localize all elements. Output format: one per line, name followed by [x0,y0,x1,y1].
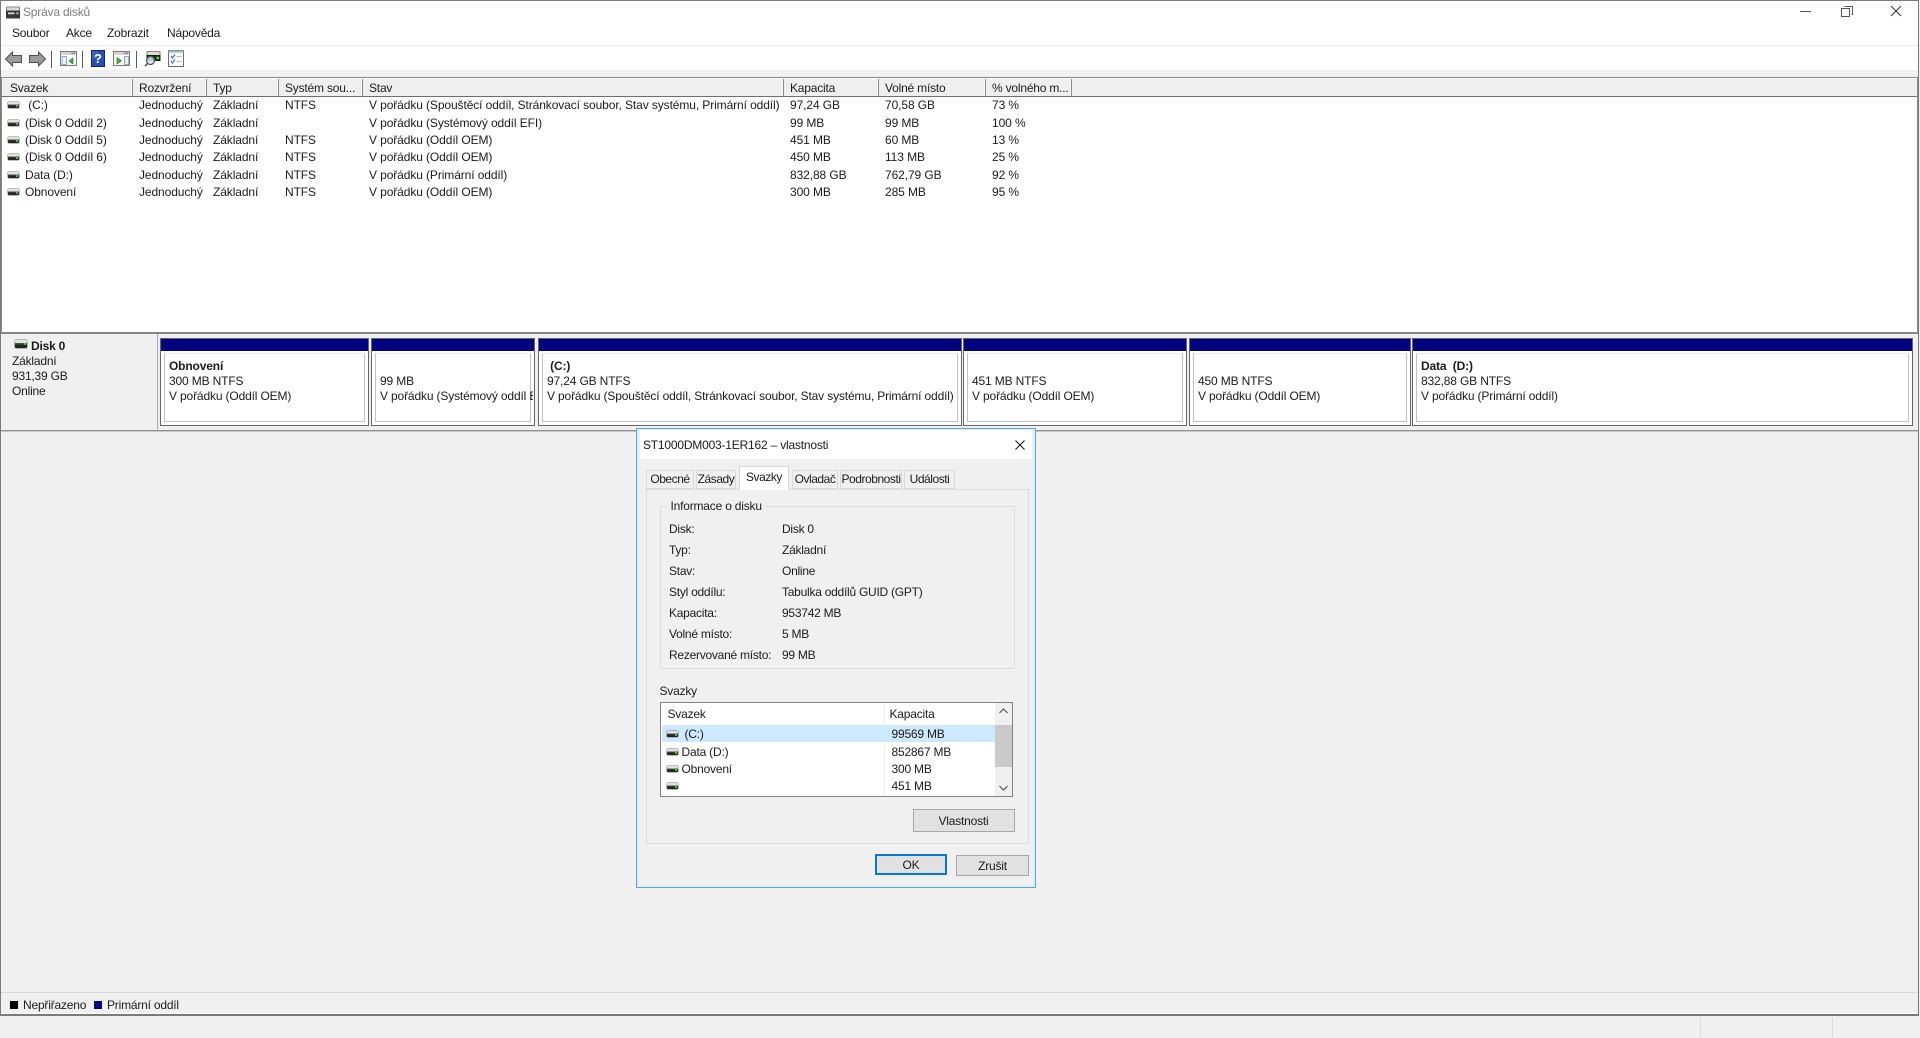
svg-text:?: ? [94,51,102,66]
